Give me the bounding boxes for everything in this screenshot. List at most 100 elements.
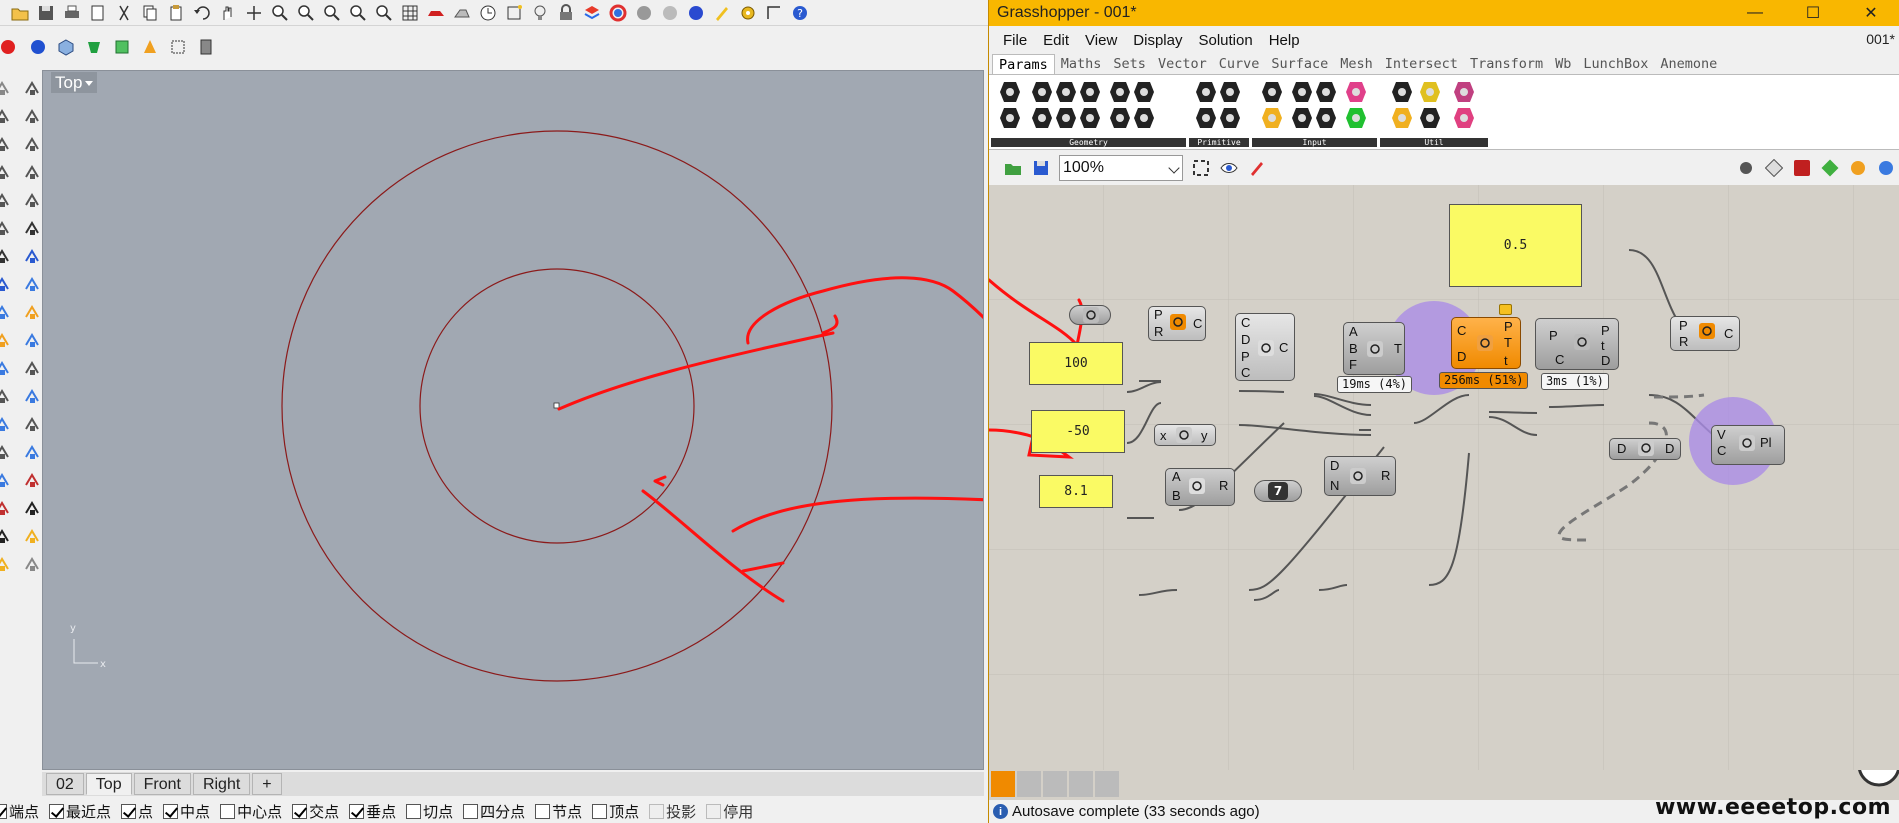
circle-icon[interactable] [0,162,12,182]
gh-canvas[interactable]: 0.5 100 -50 8.1 P R C C D P C C A B F T 19ms (4%) C D P Tt 25… [989,185,1899,770]
rotate-view-icon[interactable] [244,3,264,23]
save-file-icon[interactable] [1031,158,1051,178]
split-icon[interactable] [0,442,12,462]
util-abc-icon[interactable] [1417,105,1443,131]
panel-0-5[interactable]: 0.5 [1449,204,1582,287]
osnap-option[interactable]: 垂点 [349,801,396,822]
view-tab[interactable]: Right [192,773,251,795]
open-file-icon[interactable] [1003,158,1023,178]
param-mesh-icon[interactable] [1131,79,1157,105]
gh-tab[interactable]: Anemone [1654,54,1723,74]
osnap-checkbox[interactable] [49,803,65,819]
polyline-icon[interactable] [22,106,42,126]
light-icon[interactable] [530,3,550,23]
param-plane-icon[interactable] [1053,105,1079,131]
param-surface-icon[interactable] [1077,79,1103,105]
sketch-pen-icon[interactable] [1247,158,1267,178]
preview-material-icon[interactable] [1848,158,1868,178]
offset-icon[interactable] [22,246,42,266]
grid-icon[interactable] [400,3,420,23]
align-icon[interactable] [22,498,42,518]
open-icon[interactable] [10,3,30,23]
extrude-icon[interactable] [196,37,216,57]
gh-tab[interactable]: LunchBox [1577,54,1654,74]
preview-shaded-icon[interactable] [1736,158,1756,178]
input-knob-icon[interactable] [1289,105,1315,131]
zoom-extents-icon[interactable] [322,3,342,23]
param-number-icon[interactable] [1217,79,1243,105]
param-delete-icon[interactable] [997,79,1023,105]
preview-blue-icon[interactable] [1876,158,1896,178]
zoom-selected-icon[interactable] [348,3,368,23]
gh-tab[interactable]: Sets [1107,54,1152,74]
osnap-option[interactable]: 交点 [292,801,339,822]
rectangle-icon[interactable] [22,190,42,210]
osnap-option[interactable]: 顶点 [592,801,639,822]
util-flask-icon[interactable] [1451,105,1477,131]
freeform-curve-icon[interactable] [22,218,42,238]
bottom-icon-4[interactable] [1069,771,1093,797]
align-icon[interactable] [0,498,12,518]
curve-icon[interactable] [0,134,12,154]
green-shape-icon[interactable] [84,37,104,57]
preview-selected-icon[interactable] [1792,158,1812,178]
trim-icon[interactable] [0,414,12,434]
layer-icon[interactable] [582,3,602,23]
clock-icon[interactable] [478,3,498,23]
osnap-option[interactable]: 端点 [0,801,39,822]
osnap-checkbox[interactable] [220,803,236,819]
input-import-icon[interactable] [1259,79,1285,105]
osnap-option[interactable]: 点 [121,801,153,822]
gh-tab[interactable]: Vector [1152,54,1213,74]
point-icon[interactable] [0,78,12,98]
render-icon[interactable] [452,3,472,23]
param-circle-icon[interactable] [1029,79,1055,105]
util-cluster-icon[interactable] [1389,79,1415,105]
param-boolean-icon[interactable] [1193,79,1219,105]
minimize-button[interactable]: — [1726,0,1784,26]
menu-item[interactable]: View [1085,32,1117,49]
color-wheel-icon[interactable] [608,3,628,23]
input-list-icon[interactable] [1313,105,1339,131]
util-swatch-icon[interactable] [1451,79,1477,105]
view-tab[interactable]: 02 [46,773,84,795]
dimension-icon[interactable] [0,470,12,490]
input-gradient-icon[interactable] [1343,79,1369,105]
param-point-icon[interactable] [1077,105,1103,131]
param-brep-icon[interactable] [1107,79,1133,105]
gh-navigation-wheel-icon[interactable] [1857,743,1899,787]
split-icon[interactable] [22,442,42,462]
save-icon[interactable] [36,3,56,23]
preview-mesh-icon[interactable] [1820,158,1840,178]
gh-tab[interactable]: Wb [1549,54,1577,74]
center-point[interactable] [553,402,560,409]
osnap-option[interactable]: 中点 [163,801,210,822]
menu-item[interactable]: File [1003,32,1027,49]
gh-tab[interactable]: Transform [1464,54,1549,74]
zoom-select[interactable]: 100% [1059,155,1183,181]
osnap-option[interactable]: 中心点 [220,801,282,822]
param-box-icon[interactable] [1107,105,1133,131]
material-icon[interactable] [634,3,654,23]
osnap-checkbox[interactable] [592,803,608,819]
environment-icon[interactable] [686,3,706,23]
preview-eye-icon[interactable] [1219,158,1239,178]
view-tab[interactable]: + [252,773,282,795]
osnap-checkbox[interactable] [121,803,137,819]
help-icon[interactable]: ? [790,3,810,23]
osnap-checkbox[interactable] [349,803,365,819]
undo-view-icon[interactable] [374,3,394,23]
blue-sphere-icon[interactable] [28,37,48,57]
point-edit-icon[interactable] [504,3,524,23]
cube-icon[interactable] [56,37,76,57]
view-tab[interactable]: Front [133,773,191,795]
osnap-option[interactable]: 切点 [406,801,453,822]
osnap-option[interactable]: 最近点 [49,801,111,822]
point-icon[interactable] [22,78,42,98]
param-text-icon[interactable] [1217,105,1243,131]
osnap-checkbox[interactable] [706,803,722,819]
param-curve-icon[interactable] [1053,79,1079,105]
trim-icon[interactable] [22,414,42,434]
surface-icon[interactable] [0,302,12,322]
gh-tab[interactable]: Intersect [1379,54,1464,74]
